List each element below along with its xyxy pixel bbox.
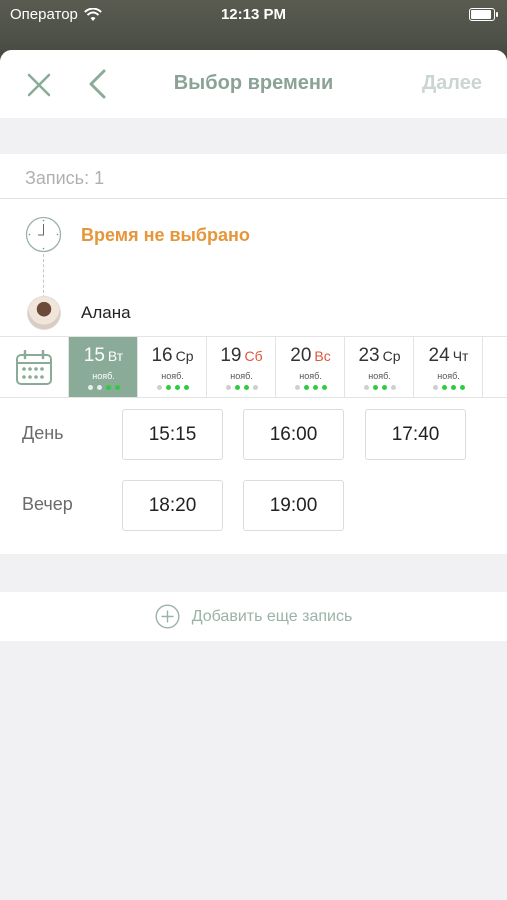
battery-icon bbox=[469, 8, 498, 21]
availability-dot-empty bbox=[252, 385, 258, 390]
calendar-button[interactable] bbox=[0, 337, 69, 397]
availability-dots bbox=[345, 385, 414, 390]
date-label: 20 Вс bbox=[276, 345, 345, 367]
availability-dot-empty bbox=[156, 385, 162, 390]
date-item[interactable]: 24 Чт нояб. bbox=[414, 337, 483, 397]
nav-bar: Выбор времени Далее bbox=[0, 50, 507, 118]
date-item[interactable]: 20 Вс нояб. bbox=[276, 337, 345, 397]
date-item[interactable]: 16 Ср нояб. bbox=[138, 337, 207, 397]
availability-dot-available bbox=[321, 385, 327, 390]
availability-dot-empty bbox=[294, 385, 300, 390]
record-card: Запись: 1 Время не выбрано Алана 15 Вт н… bbox=[0, 154, 507, 554]
timeline-connector bbox=[43, 254, 44, 298]
availability-dot-available bbox=[303, 385, 309, 390]
availability-dot-empty bbox=[432, 385, 438, 390]
date-item[interactable]: 23 Ср нояб. bbox=[345, 337, 414, 397]
availability-dot-available bbox=[450, 385, 456, 390]
date-month: нояб. bbox=[92, 371, 115, 381]
availability-dot-available bbox=[114, 385, 120, 390]
date-number: 19 bbox=[220, 345, 242, 366]
availability-dots bbox=[138, 385, 207, 390]
availability-dot-available bbox=[381, 385, 387, 390]
next-button[interactable]: Далее bbox=[422, 72, 482, 95]
clock-icon bbox=[25, 216, 62, 253]
day-slots-label: День bbox=[22, 423, 64, 443]
availability-dots bbox=[276, 385, 345, 390]
availability-dot-available bbox=[243, 385, 249, 390]
date-month: нояб. bbox=[299, 371, 322, 381]
availability-dot-available bbox=[441, 385, 447, 390]
availability-dot-empty bbox=[87, 385, 93, 390]
date-item[interactable]: 2 bbox=[483, 337, 507, 397]
availability-dot-available bbox=[183, 385, 189, 390]
master-name[interactable]: Алана bbox=[81, 303, 131, 323]
date-item[interactable]: 19 Сб нояб. bbox=[207, 337, 276, 397]
date-number: 16 bbox=[151, 345, 173, 366]
time-slot[interactable]: 15:15 bbox=[122, 409, 223, 460]
status-bar: Оператор 12:13 PM bbox=[0, 0, 507, 30]
availability-dot-available bbox=[459, 385, 465, 390]
availability-dots bbox=[414, 385, 483, 390]
date-weekday: Вс bbox=[314, 348, 331, 364]
date-label: 16 Ср bbox=[138, 345, 207, 367]
evening-slots-label: Вечер bbox=[22, 494, 73, 514]
date-label: 24 Чт bbox=[414, 345, 483, 367]
date-month: нояб. bbox=[230, 371, 253, 381]
time-slot[interactable]: 17:40 bbox=[365, 409, 466, 460]
availability-dot-available bbox=[312, 385, 318, 390]
add-record-button[interactable]: Добавить еще запись bbox=[0, 592, 507, 641]
divider bbox=[0, 198, 507, 199]
availability-dots bbox=[69, 385, 138, 390]
time-slot[interactable]: 16:00 bbox=[243, 409, 344, 460]
time-status-label: Время не выбрано bbox=[81, 225, 250, 245]
master-avatar[interactable] bbox=[27, 296, 61, 330]
availability-dot-empty bbox=[225, 385, 231, 390]
date-strip[interactable]: 15 Вт нояб. 16 Ср нояб. 19 Сб нояб. 20 Вс нояб. 23 Ср… bbox=[0, 336, 507, 398]
availability-dot-available bbox=[105, 385, 111, 390]
date-item[interactable]: 15 Вт нояб. bbox=[69, 337, 138, 397]
availability-dot-available bbox=[165, 385, 171, 390]
date-number: 20 bbox=[290, 345, 312, 366]
date-label: 15 Вт bbox=[69, 345, 138, 367]
plus-circle-icon bbox=[155, 604, 180, 629]
availability-dot-empty bbox=[96, 385, 102, 390]
status-time: 12:13 PM bbox=[220, 6, 287, 23]
date-number: 15 bbox=[83, 345, 105, 366]
date-month: нояб. bbox=[368, 371, 391, 381]
date-weekday: Вт bbox=[107, 348, 124, 364]
time-slot[interactable]: 19:00 bbox=[243, 480, 344, 531]
date-weekday: Ср bbox=[382, 348, 401, 364]
date-label: 23 Ср bbox=[345, 345, 414, 367]
date-month: нояб. bbox=[437, 371, 460, 381]
date-label: 2 bbox=[483, 345, 507, 367]
availability-dots bbox=[207, 385, 276, 390]
availability-dot-available bbox=[372, 385, 378, 390]
time-picker-sheet: Выбор времени Далее Запись: 1 Время не в… bbox=[0, 50, 507, 900]
date-number: 24 bbox=[428, 345, 450, 366]
availability-dot-empty bbox=[390, 385, 396, 390]
calendar-icon bbox=[16, 350, 52, 385]
date-number: 23 bbox=[358, 345, 380, 366]
record-label: Запись: 1 bbox=[25, 168, 105, 188]
availability-dot-available bbox=[174, 385, 180, 390]
add-record-label: Добавить еще запись bbox=[191, 607, 353, 625]
time-slot[interactable]: 18:20 bbox=[122, 480, 223, 531]
date-label: 19 Сб bbox=[207, 345, 276, 367]
date-weekday: Ср bbox=[175, 348, 194, 364]
date-month: нояб. bbox=[161, 371, 184, 381]
availability-dot-empty bbox=[363, 385, 369, 390]
date-weekday: Чт bbox=[452, 348, 469, 364]
availability-dot-available bbox=[234, 385, 240, 390]
date-list: 15 Вт нояб. 16 Ср нояб. 19 Сб нояб. 20 Вс нояб. 23 Ср… bbox=[69, 337, 507, 397]
date-weekday: Сб bbox=[244, 348, 263, 364]
